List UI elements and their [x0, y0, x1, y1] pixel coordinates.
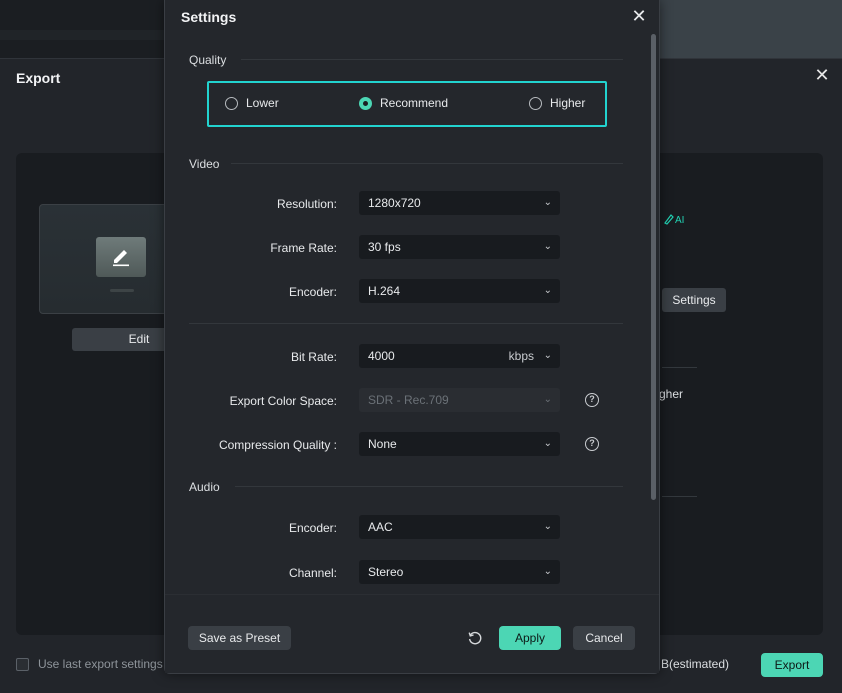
use-last-label: Use last export settings — [38, 657, 163, 671]
settings-close-icon[interactable]: ✕ — [631, 7, 647, 25]
estimated-size: B(estimated) — [661, 657, 730, 671]
color-space-select: SDR - Rec.709 ⌄ — [359, 388, 560, 412]
use-last-export-settings[interactable]: Use last export settings — [16, 657, 163, 671]
audio-encoder-value: AAC — [368, 520, 393, 534]
chevron-down-icon: ⌄ — [543, 285, 552, 296]
quality-section-label: Quality — [189, 53, 227, 67]
export-close-icon[interactable]: ✕ — [814, 66, 830, 84]
pencil-svg — [113, 250, 129, 267]
quality-recommend-label: Recommend — [380, 96, 449, 110]
divider — [241, 59, 623, 60]
compression-quality-select[interactable]: None ⌄ — [359, 432, 560, 456]
export-button[interactable]: Export — [761, 653, 823, 677]
thumbnail-shadow — [110, 289, 134, 292]
reset-svg — [468, 631, 482, 645]
frame-rate-select[interactable]: 30 fps ⌄ — [359, 235, 560, 259]
chevron-down-icon: ⌄ — [543, 521, 552, 532]
channel-label: Channel: — [288, 566, 337, 580]
background-timeline-strip — [0, 30, 164, 40]
bit-rate-input[interactable]: 4000 kbps ⌄ — [359, 344, 560, 368]
ai-label: AI — [675, 215, 685, 226]
quality-higher-label: Higher — [550, 96, 586, 110]
bit-rate-label: Bit Rate: — [290, 350, 337, 364]
apply-button[interactable]: Apply — [499, 626, 561, 650]
compression-quality-value: None — [368, 437, 397, 451]
export-settings-button[interactable]: Settings — [662, 288, 726, 312]
chevron-down-icon: ⌄ — [543, 350, 552, 361]
chevron-down-icon: ⌄ — [543, 197, 552, 208]
settings-title: Settings — [181, 9, 237, 25]
video-encoder-value: H.264 — [368, 284, 401, 298]
color-space-label: Export Color Space: — [229, 394, 337, 408]
divider — [235, 486, 623, 487]
quality-higher-text: gher — [659, 387, 684, 401]
bit-rate-unit: kbps — [508, 349, 534, 363]
channel-select[interactable]: Stereo ⌄ — [359, 560, 560, 584]
radio-selected-icon — [359, 96, 372, 110]
quality-lower-radio[interactable]: Lower — [225, 96, 279, 110]
use-last-checkbox[interactable] — [16, 657, 29, 671]
chevron-down-icon: ⌄ — [543, 394, 552, 405]
quality-lower-label: Lower — [246, 96, 279, 110]
compression-help-icon[interactable]: ? — [585, 437, 599, 451]
channel-value: Stereo — [368, 565, 404, 579]
divider — [662, 496, 697, 497]
divider — [231, 163, 623, 164]
divider — [189, 323, 623, 324]
quality-higher-radio[interactable]: Higher — [529, 96, 585, 110]
background-preview — [660, 0, 842, 58]
bit-rate-value: 4000 — [368, 349, 395, 363]
color-space-help-icon[interactable]: ? — [585, 393, 599, 407]
frame-rate-value: 30 fps — [368, 240, 401, 254]
video-section-label: Video — [189, 157, 220, 171]
frame-rate-label: Frame Rate: — [270, 241, 337, 255]
export-dialog-title: Export — [16, 70, 61, 86]
resolution-label: Resolution: — [276, 197, 337, 211]
radio-icon — [225, 96, 238, 110]
compression-quality-label: Compression Quality : — [218, 438, 337, 452]
save-as-preset-button[interactable]: Save as Preset — [188, 626, 291, 650]
reset-icon[interactable] — [467, 630, 483, 646]
audio-encoder-select[interactable]: AAC ⌄ — [359, 515, 560, 539]
video-encoder-label: Encoder: — [288, 285, 337, 299]
divider — [662, 367, 697, 368]
quality-options-box: Lower Recommend Higher — [207, 81, 607, 127]
resolution-value: 1280x720 — [368, 196, 421, 210]
audio-section-label: Audio — [189, 480, 220, 494]
chevron-down-icon: ⌄ — [543, 241, 552, 252]
chevron-down-icon: ⌄ — [543, 438, 552, 449]
quality-recommend-radio[interactable]: Recommend — [359, 96, 448, 110]
settings-footer: Save as Preset Apply Cancel — [165, 594, 659, 673]
video-encoder-select[interactable]: H.264 ⌄ — [359, 279, 560, 303]
chevron-down-icon: ⌄ — [543, 566, 552, 577]
radio-icon — [529, 96, 542, 110]
cancel-button[interactable]: Cancel — [573, 626, 635, 650]
settings-scrollbar[interactable] — [651, 34, 656, 500]
audio-encoder-label: Encoder: — [288, 521, 337, 535]
color-space-value: SDR - Rec.709 — [368, 393, 449, 407]
edit-pencil-icon — [96, 237, 146, 277]
resolution-select[interactable]: 1280x720 ⌄ — [359, 191, 560, 215]
ai-pen-icon[interactable]: AI — [664, 213, 684, 228]
settings-dialog: Settings ✕ Quality Lower Recommend Highe… — [164, 0, 660, 674]
